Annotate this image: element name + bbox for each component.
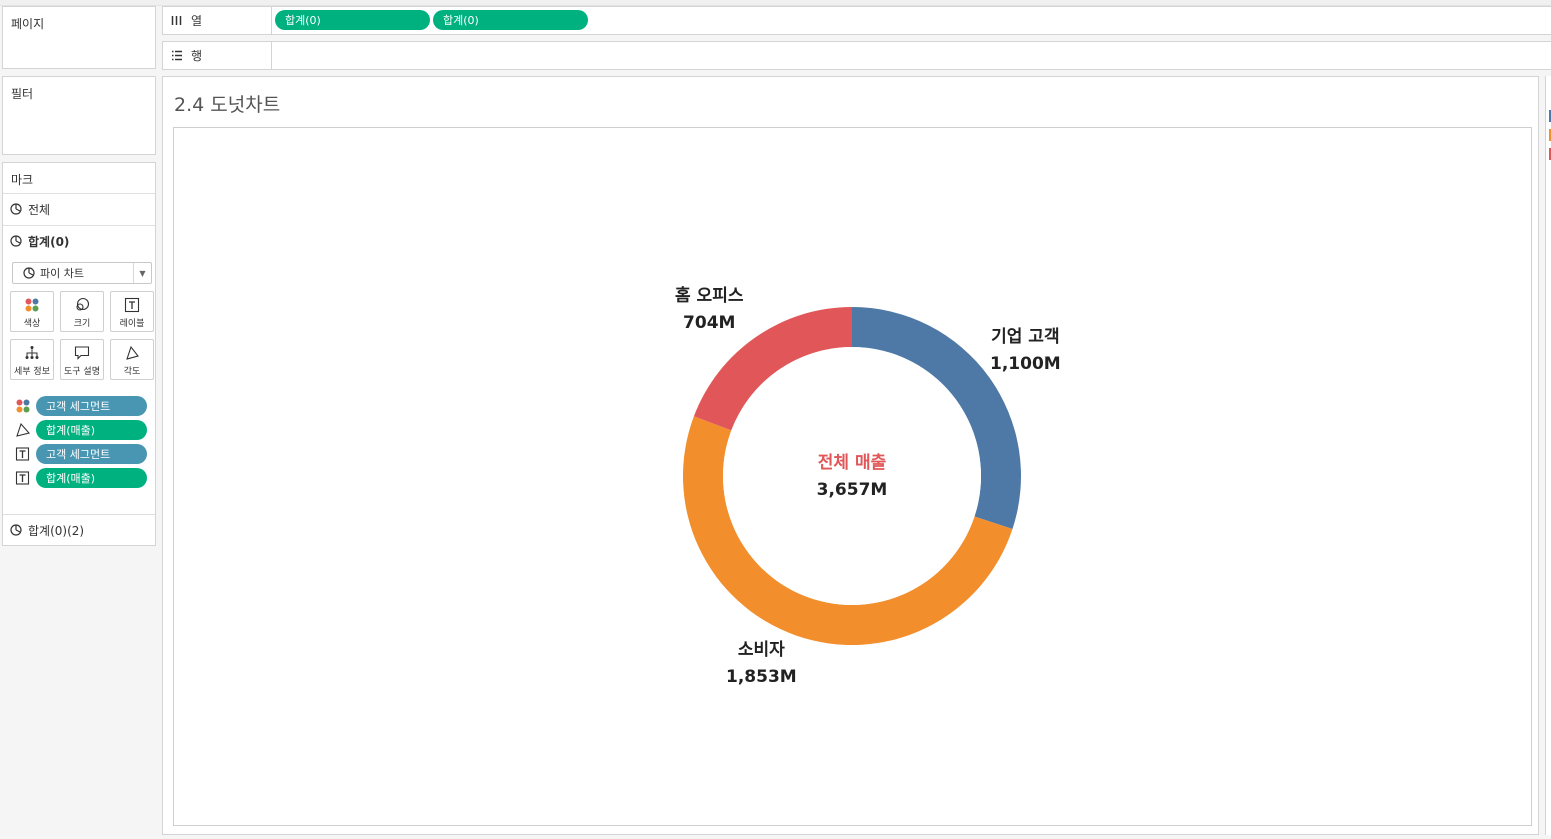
columns-shelf[interactable]: 열 합계(0) 합계(0) [162,6,1551,35]
encoding-row-label-segment: 고객 세그먼트 [15,444,155,464]
encoding-pill-angle[interactable]: 합계(매출) [36,420,147,440]
mark-type-value: 파이 차트 [40,267,84,280]
detail-button-label: 세부 정보 [14,367,50,377]
encoding-pill-color[interactable]: 고객 세그먼트 [36,396,147,416]
center-label: 전체 매출 3,657M [802,450,902,504]
label-button[interactable]: 레이블 [110,291,154,332]
worksheet-title: 2.4 도넛차트 [174,94,281,116]
label-home-office-name: 홈 오피스 [675,286,744,306]
pages-panel-title: 페이지 [11,17,45,31]
columns-icon [171,16,182,25]
marks-tab-all-label: 전체 [28,202,51,217]
pie-chart-icon [10,203,22,215]
label-consumer-value: 1,853M [726,667,797,687]
angle-button-label: 각도 [123,367,141,377]
columns-shelf-title: 열 [191,14,203,28]
detail-button[interactable]: 세부 정보 [10,339,54,380]
detail-icon [25,346,39,359]
encoding-row-color: 고객 세그먼트 [15,396,155,416]
encoding-pill-label-sales[interactable]: 합계(매출) [36,468,147,488]
filters-panel: 필터 [2,76,156,155]
columns-shelf-label: 열 [163,7,272,34]
columns-pill-sum0-b[interactable]: 합계(0) [433,10,588,30]
tooltip-button[interactable]: 도구 설명 [60,339,104,380]
color-button[interactable]: 색상 [10,291,54,332]
marks-card: 마크 전체 합계(0) 파이 차트 ▼ 색상 크기 레이블 세부 정보 도구 설… [2,162,156,546]
angle-icon [16,423,31,437]
label-home-office: 홈 오피스 704M [675,283,743,337]
label-corporate-name: 기업 고객 [991,327,1060,347]
chevron-down-icon[interactable]: ▼ [133,263,151,283]
marks-tab-sum02-label: 합계(0)(2) [28,523,85,538]
center-value: 3,657M [816,480,888,500]
label-corporate: 기업 고객 1,100M [990,324,1061,378]
color-icon [25,298,39,312]
marks-card-title: 마크 [11,173,34,187]
label-button-label: 레이블 [119,319,145,329]
color-button-label: 색상 [23,319,41,329]
label-home-office-value: 704M [683,313,736,333]
rows-shelf-label: 행 [163,42,272,69]
rows-shelf[interactable]: 행 [162,41,1551,70]
marks-tab-sum02[interactable]: 합계(0)(2) [3,514,155,545]
columns-pill-sum0-a[interactable]: 합계(0) [275,10,430,30]
pie-chart-icon [10,524,22,536]
pie-chart-icon [10,235,22,247]
label-icon [15,471,30,485]
marks-tab-all[interactable]: 전체 [3,193,155,224]
label-icon [124,297,140,313]
center-title: 전체 매출 [817,453,887,473]
tooltip-icon [74,346,90,360]
legend-strip [1545,76,1551,835]
rows-icon [172,50,182,61]
pie-chart-icon [23,267,35,279]
label-consumer-name: 소비자 [737,640,785,660]
chart-frame: 기업 고객 1,100M 소비자 1,853M 홈 오피스 704M 전체 매출… [173,127,1532,826]
filters-panel-title: 필터 [11,87,34,101]
label-icon [15,447,30,461]
pages-panel: 페이지 [2,6,156,69]
mark-type-dropdown[interactable]: 파이 차트 ▼ [12,262,152,284]
color-icon [16,399,30,413]
label-consumer: 소비자 1,853M [726,637,797,691]
rows-shelf-title: 행 [191,49,203,63]
encoding-row-angle: 합계(매출) [15,420,155,440]
marks-tab-sum0-label: 합계(0) [28,234,70,249]
encoding-row-label-sales: 합계(매출) [15,468,155,488]
angle-icon [126,345,139,360]
worksheet-view: 2.4 도넛차트 기업 고객 1,100M 소비자 1,853M 홈 오피스 7… [162,76,1539,835]
angle-button[interactable]: 각도 [110,339,154,380]
label-corporate-value: 1,100M [990,354,1061,374]
size-button-label: 크기 [73,319,91,329]
tooltip-button-label: 도구 설명 [64,367,100,377]
encoding-pill-label-segment[interactable]: 고객 세그먼트 [36,444,147,464]
size-icon [76,297,90,311]
size-button[interactable]: 크기 [60,291,104,332]
marks-tab-sum0[interactable]: 합계(0) [3,225,155,256]
